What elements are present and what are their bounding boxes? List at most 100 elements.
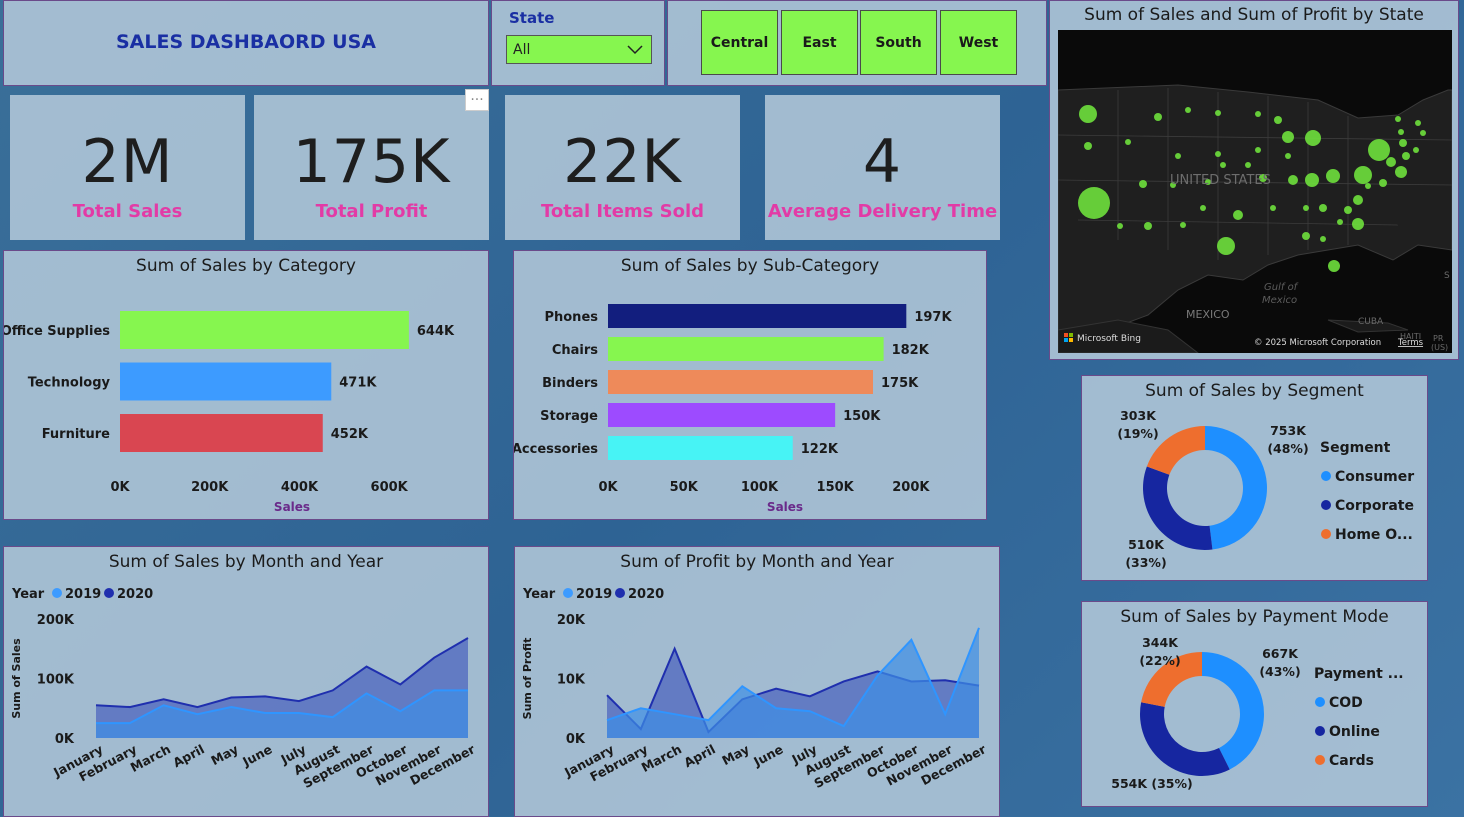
- kpi-card-average-delivery-time: 4 Average Delivery Time: [765, 95, 1000, 240]
- data-label: (43%): [1259, 664, 1300, 679]
- region-button-central[interactable]: Central: [701, 10, 778, 75]
- region-button-west[interactable]: West: [940, 10, 1017, 75]
- map-bubble: [1319, 204, 1327, 212]
- subcategory-chart-panel: Sum of Sales by Sub-Category Phones 197K C…: [513, 250, 987, 520]
- data-label: 344K: [1142, 635, 1179, 650]
- x-tick-label: 600K: [371, 480, 409, 495]
- x-tick-label: 200K: [191, 480, 229, 495]
- kpi-value: 22K: [563, 127, 682, 197]
- data-label: 753K: [1270, 423, 1307, 438]
- kpi-value: 2M: [81, 127, 174, 197]
- data-label: 452K: [331, 427, 369, 442]
- data-label: 667K: [1262, 646, 1299, 661]
- legend-marker: [52, 588, 62, 598]
- map-bubble: [1180, 222, 1186, 228]
- map-panel: Sum of Sales and Sum of Profit by State …: [1049, 0, 1459, 360]
- legend-marker: [1315, 697, 1325, 707]
- map-bubble: [1402, 152, 1410, 160]
- region-slicer: Central East South West: [667, 0, 1047, 86]
- bar: [120, 414, 323, 452]
- map-bubble: [1185, 107, 1191, 113]
- category-label: Furniture: [42, 427, 110, 442]
- map-bubble: [1117, 223, 1123, 229]
- more-options-button[interactable]: ···: [465, 89, 489, 111]
- map-bubble: [1328, 260, 1340, 272]
- data-label: 471K: [339, 376, 377, 391]
- map-bubble: [1352, 218, 1364, 230]
- map-bubble: [1255, 111, 1261, 117]
- dashboard-title: SALES DASHBAORD USA: [115, 31, 376, 53]
- map-bubble: [1337, 219, 1343, 225]
- kpi-label: Total Profit: [315, 201, 428, 222]
- legend-marker: [1315, 755, 1325, 765]
- chevron-down-icon: [627, 45, 643, 55]
- map-bubble: [1084, 142, 1092, 150]
- subcategory-chart: Phones 197K Chairs 182K Binders 175K Storage 15…: [514, 304, 952, 514]
- x-tick-label: 0K: [598, 480, 618, 495]
- x-tick-label: 200K: [892, 480, 930, 495]
- data-label: 554K (35%): [1111, 776, 1192, 791]
- region-button-south[interactable]: South: [860, 10, 937, 75]
- bar: [120, 362, 332, 401]
- map-label-pr-1: PR: [1433, 334, 1444, 343]
- legend-title: Payment ...: [1314, 666, 1404, 682]
- payment-chart-panel: Sum of Sales by Payment Mode 667K (43%) 55…: [1081, 601, 1428, 807]
- map-bubble: [1274, 116, 1282, 124]
- state-dropdown-value: All: [513, 42, 531, 58]
- donut-slice: [1140, 702, 1230, 776]
- y-tick-label: 200K: [37, 613, 75, 628]
- map-bubble: [1305, 130, 1321, 146]
- map-bubble: [1379, 179, 1387, 187]
- category-label: Storage: [540, 409, 598, 424]
- bar: [608, 337, 884, 361]
- category-label: Phones: [544, 310, 598, 325]
- map-bubble: [1220, 162, 1226, 168]
- legend-marker: [1321, 500, 1331, 510]
- map-bubble: [1154, 113, 1162, 121]
- x-tick-label: 150K: [817, 480, 855, 495]
- legend-marker: [1321, 471, 1331, 481]
- legend-label: COD: [1329, 695, 1363, 711]
- bar: [608, 370, 873, 394]
- state-slicer: State All: [491, 0, 665, 86]
- map-label-s: S: [1444, 271, 1450, 281]
- sales-month-chart: Year 2019 20200K100K200KSum of SalesJanuar…: [10, 587, 478, 791]
- kpi-card-total-profit: 175K Total Profit: [254, 95, 489, 240]
- map-label-gulf-2: Mexico: [1262, 295, 1297, 306]
- map-bubble: [1255, 147, 1261, 153]
- x-tick-label: June: [750, 741, 785, 769]
- map-bubble: [1144, 222, 1152, 230]
- state-dropdown[interactable]: All: [506, 35, 652, 64]
- map-svg: UNITED STATES MEXICO Gulf of Mexico CUBA…: [1058, 84, 1452, 353]
- map-label-gulf-1: Gulf of: [1264, 282, 1299, 293]
- category-label: Chairs: [552, 343, 598, 358]
- map-copyright: © 2025 Microsoft Corporation: [1254, 338, 1381, 348]
- y-tick-label: 0K: [566, 732, 586, 747]
- map-bubble: [1079, 105, 1097, 123]
- x-tick-label: May: [719, 741, 751, 768]
- map-title: Sum of Sales and Sum of Profit by State: [1084, 5, 1424, 25]
- data-label: (19%): [1117, 426, 1158, 441]
- profit-month-chart-panel: Sum of Profit by Month and Year Year 2019…: [514, 546, 1000, 817]
- data-label: 510K: [1128, 537, 1165, 552]
- map-bubble: [1233, 210, 1243, 220]
- region-button-east[interactable]: East: [781, 10, 858, 75]
- map-bubble: [1078, 187, 1110, 219]
- map-canvas[interactable]: UNITED STATES MEXICO Gulf of Mexico CUBA…: [1058, 30, 1452, 353]
- map-bubble: [1368, 139, 1390, 161]
- kpi-label: Average Delivery Time: [767, 201, 998, 222]
- map-bubble: [1386, 157, 1396, 167]
- y-tick-label: 100K: [37, 673, 75, 688]
- bing-attribution: Microsoft Bing: [1077, 334, 1141, 344]
- payment-donut-chart: 667K (43%) 554K (35%) 344K (22%) Payment ... C…: [1111, 635, 1404, 791]
- segment-donut-chart: 753K (48%) 510K (33%) 303K (19%) Segment Consum…: [1117, 408, 1414, 570]
- map-bubble: [1245, 162, 1251, 168]
- legend-label: Home O...: [1335, 527, 1413, 543]
- map-bubble: [1395, 116, 1401, 122]
- bar: [608, 403, 836, 427]
- data-label: (22%): [1139, 653, 1180, 668]
- map-bubble: [1200, 205, 1206, 211]
- data-label: 197K: [914, 310, 952, 325]
- category-label: Office Supplies: [4, 324, 110, 339]
- x-tick-label: 0K: [110, 480, 130, 495]
